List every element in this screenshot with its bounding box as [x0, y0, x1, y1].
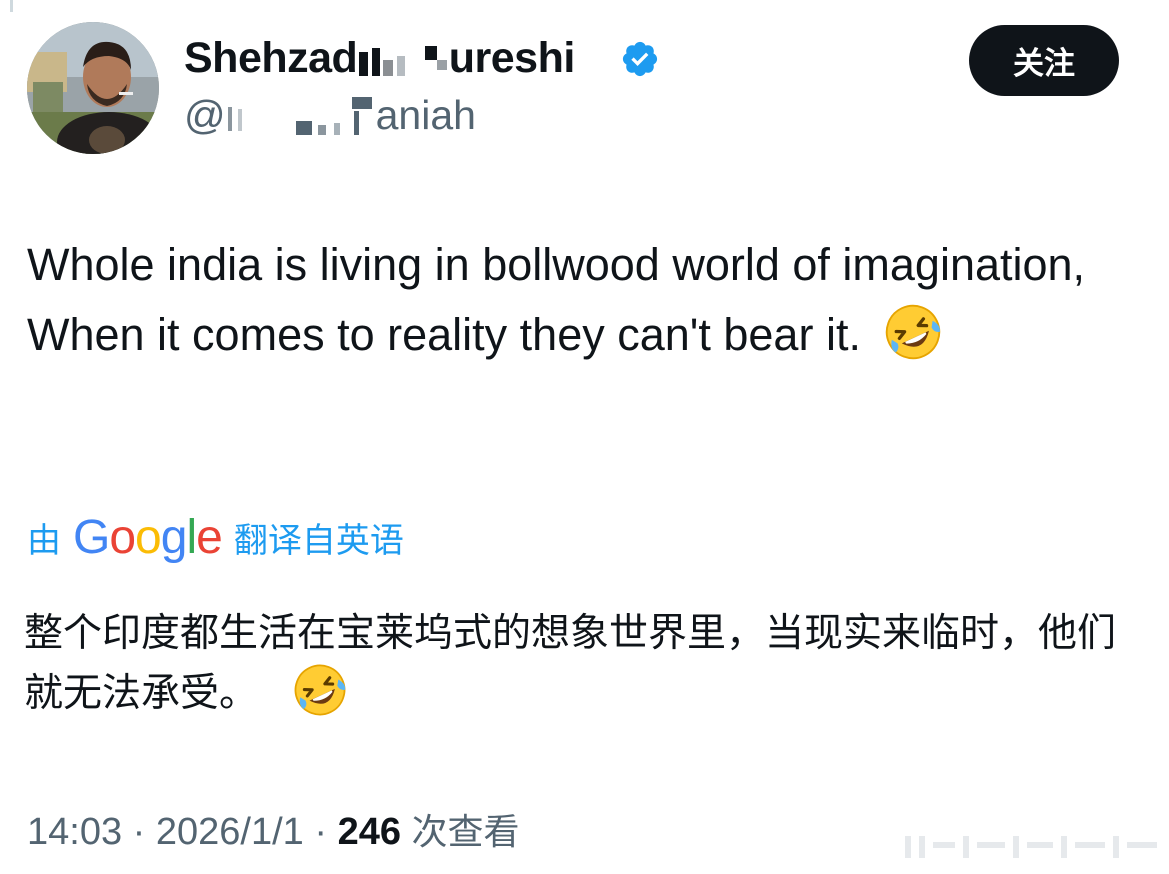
translation-prefix: 由 — [27, 521, 61, 561]
handle-redaction — [226, 97, 376, 135]
author-handle-part1: @ — [184, 92, 226, 138]
name-redaction — [357, 46, 407, 76]
meta-separator: · — [314, 811, 328, 853]
verified-badge-icon — [622, 41, 658, 77]
top-divider — [10, 0, 13, 12]
watermark — [905, 836, 1157, 858]
meta-separator: · — [132, 811, 146, 853]
author-handle-part2: aniah — [375, 92, 476, 138]
author-name[interactable]: Shehzad ureshi — [184, 34, 575, 83]
google-logo: Google — [73, 511, 223, 564]
translated-text: 整个印度都生活在宝莱坞式的想象世界里，当现实来临时，他们就无法承受。 — [24, 605, 1139, 722]
tweet-time[interactable]: 14:03 — [27, 811, 122, 853]
translated-body: 整个印度都生活在宝莱坞式的想象世界里，当现实来临时，他们就无法承受。 — [24, 611, 1117, 716]
author-name-part1: Shehzad — [184, 34, 358, 82]
tweet-text: Whole india is living in bollwood world … — [27, 230, 1142, 370]
translation-notice[interactable]: 由 Google 翻译自英语 — [27, 510, 404, 565]
author-handle[interactable]: @ aniah — [184, 92, 476, 139]
translation-suffix: 翻译自英语 — [233, 521, 404, 561]
tweet-date[interactable]: 2026/1/1 — [156, 811, 304, 853]
view-count-label: 次查看 — [411, 812, 520, 853]
rolling-on-floor-laughing-emoji-icon — [295, 664, 346, 716]
rolling-on-floor-laughing-emoji-icon — [886, 304, 941, 360]
follow-button[interactable]: 关注 — [969, 25, 1119, 96]
author-name-part2: ureshi — [448, 34, 576, 82]
avatar[interactable] — [27, 22, 159, 154]
name-redaction-2 — [419, 46, 449, 76]
view-count: 246 — [337, 811, 401, 853]
tweet-meta: 14:03 · 2026/1/1 · 246 次查看 — [27, 803, 520, 855]
